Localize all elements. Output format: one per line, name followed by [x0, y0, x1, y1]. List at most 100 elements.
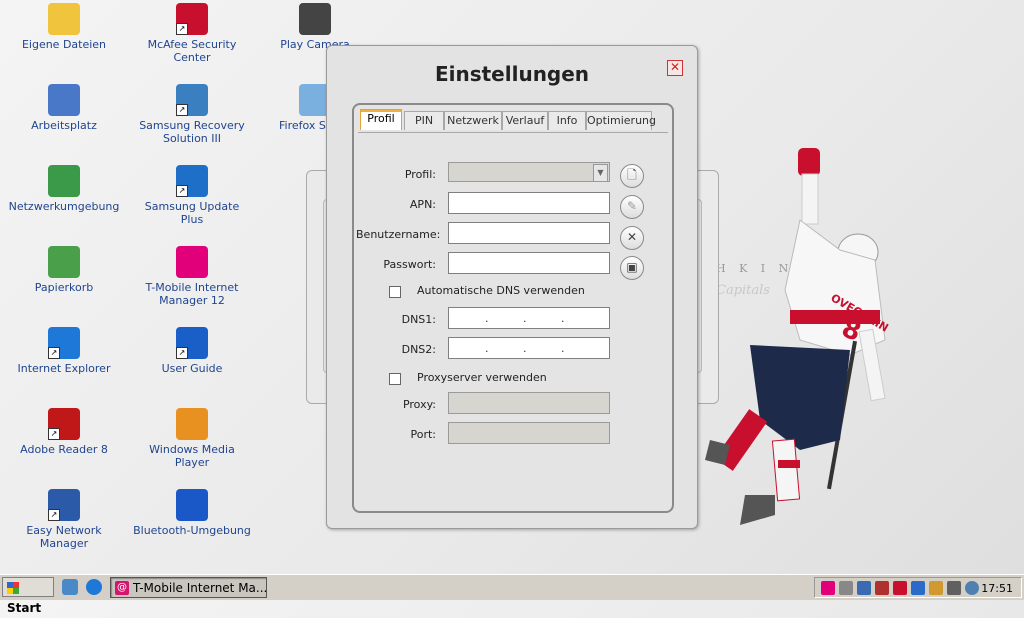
taskbar: Start @ T-Mobile Internet Ma... 17:51: [0, 574, 1024, 615]
desktop-icon-label: Easy Network Manager: [26, 524, 102, 550]
network-icon: [48, 165, 80, 197]
dns2-field[interactable]: . . .: [448, 337, 610, 359]
tmobile-icon: @: [115, 581, 129, 595]
shortcut-arrow-icon: ↗: [176, 347, 188, 359]
shortcut-arrow-icon: ↗: [176, 185, 188, 197]
tray-update-icon[interactable]: [965, 581, 979, 595]
quicklaunch-ie-icon[interactable]: [86, 579, 102, 595]
dns1-label: DNS1:: [401, 313, 436, 326]
desktop-icon-tmobile[interactable]: T-Mobile Internet Manager 12: [132, 246, 252, 307]
save-profile-button[interactable]: ▣: [620, 256, 644, 280]
desktop-icon-network[interactable]: Netzwerkumgebung: [4, 165, 124, 213]
chevron-down-icon[interactable]: ▼: [593, 164, 608, 182]
desktop-icon-camera[interactable]: Play Camera: [260, 3, 370, 51]
desktop-icon-label: Internet Explorer: [17, 362, 111, 375]
tray-battery-icon[interactable]: [929, 581, 943, 595]
settings-panel: Profil PIN Netzwerk Verlauf Info Optimierung …: [352, 103, 674, 513]
tab-optimierung[interactable]: Optimierung: [586, 111, 656, 130]
folder-icon: [48, 3, 80, 35]
desktop-icon-mcafee[interactable]: ↗ McAfee Security Center: [132, 3, 252, 64]
port-field[interactable]: [448, 422, 610, 444]
tmobile-icon: [176, 246, 208, 278]
desktop-icon-ie[interactable]: ↗ Internet Explorer: [4, 327, 124, 375]
tab-profil[interactable]: Profil: [360, 109, 402, 130]
apn-field[interactable]: [448, 192, 610, 214]
desktop-icon-adobe-reader[interactable]: ↗ Adobe Reader 8: [4, 408, 124, 456]
tab-info[interactable]: Info: [548, 111, 586, 130]
system-tray: 17:51: [814, 577, 1022, 598]
bluetooth-icon: [176, 489, 208, 521]
dialog-title: Einstellungen: [434, 62, 590, 86]
settings-dialog: Einstellungen ✕ Profil PIN Netzwerk Verlauf…: [326, 45, 698, 529]
desktop-icon-label: User Guide: [161, 362, 223, 375]
desktop-icon-computer[interactable]: Arbeitsplatz: [4, 84, 124, 132]
desktop-icon-label: Windows Media Player: [149, 443, 235, 469]
edit-profile-button[interactable]: ✎: [620, 195, 644, 219]
tray-display-icon[interactable]: [947, 581, 961, 595]
new-profile-button[interactable]: 🗋: [620, 164, 644, 188]
delete-profile-button[interactable]: ✕: [620, 226, 644, 250]
profil-label: Profil:: [404, 168, 436, 181]
adobe-reader-icon: ↗: [48, 408, 80, 440]
dns2-label: DNS2:: [401, 343, 436, 356]
computer-icon: [48, 84, 80, 116]
username-field[interactable]: [448, 222, 610, 244]
desktop-icon-label: Bluetooth-Umgebung: [133, 524, 251, 537]
shortcut-arrow-icon: ↗: [48, 428, 60, 440]
desktop-icon-label: Eigene Dateien: [21, 38, 107, 51]
tray-security-icon[interactable]: [875, 581, 889, 595]
desktop-icon-label: Papierkorb: [34, 281, 94, 294]
desktop-icon-update[interactable]: ↗ Samsung Update Plus: [132, 165, 252, 226]
desktop-icon-bluetooth[interactable]: Bluetooth-Umgebung: [132, 489, 252, 537]
desktop-icon-folder[interactable]: Eigene Dateien: [4, 3, 124, 51]
media-player-icon: [176, 408, 208, 440]
clock: 17:51: [981, 582, 1013, 595]
proxy-checkbox-label: Proxyserver verwenden: [417, 371, 547, 384]
taskbar-tmobile-button[interactable]: @ T-Mobile Internet Ma...: [110, 577, 267, 598]
start-button[interactable]: Start: [2, 577, 54, 615]
auto-dns-checkbox[interactable]: [389, 286, 401, 298]
save-icon: ▣: [626, 260, 638, 274]
recycle-bin-icon: [48, 246, 80, 278]
tab-netzwerk[interactable]: Netzwerk: [444, 111, 502, 130]
easy-network-icon: ↗: [48, 489, 80, 521]
tray-mcafee-icon[interactable]: [893, 581, 907, 595]
proxy-checkbox[interactable]: [389, 373, 401, 385]
tab-pin[interactable]: PIN: [404, 111, 444, 130]
hockey-player-graphic: OVECHKIN 8: [705, 148, 891, 525]
desktop-icon-media-player[interactable]: Windows Media Player: [132, 408, 252, 469]
shortcut-arrow-icon: ↗: [176, 23, 188, 35]
quicklaunch-desktop-icon[interactable]: [62, 579, 78, 595]
shortcut-arrow-icon: ↗: [176, 104, 188, 116]
tab-verlauf[interactable]: Verlauf: [502, 111, 548, 130]
shortcut-arrow-icon: ↗: [48, 347, 60, 359]
password-field[interactable]: [448, 252, 610, 274]
desktop-icon-user-guide[interactable]: ↗ User Guide: [132, 327, 252, 375]
desktop-icon-label: Netzwerkumgebung: [8, 200, 120, 213]
proxy-label: Proxy:: [402, 398, 436, 411]
close-button[interactable]: ✕: [667, 60, 683, 76]
desktop-icon-label: Samsung Update Plus: [144, 200, 240, 226]
tray-tmobile-icon[interactable]: [821, 581, 835, 595]
desktop-icon-recycle-bin[interactable]: Papierkorb: [4, 246, 124, 294]
tray-network-icon[interactable]: [857, 581, 871, 595]
tray-volume-icon[interactable]: [839, 581, 853, 595]
tray-bluetooth-icon[interactable]: [911, 581, 925, 595]
dns1-field[interactable]: . . .: [448, 307, 610, 329]
camera-icon: [299, 3, 331, 35]
desktop-icon-recovery[interactable]: ↗ Samsung Recovery Solution III: [132, 84, 252, 145]
mcafee-icon: ↗: [176, 3, 208, 35]
desktop-icon-label: Samsung Recovery Solution III: [139, 119, 245, 145]
desktop-icon-label: Arbeitsplatz: [31, 119, 97, 132]
windows-logo-icon: [7, 582, 19, 594]
auto-dns-label: Automatische DNS verwenden: [417, 284, 585, 297]
desktop-icon-label: Adobe Reader 8: [20, 443, 108, 456]
desktop-icon-label: T-Mobile Internet Manager 12: [145, 281, 239, 307]
desktop-icon-label: McAfee Security Center: [147, 38, 237, 64]
desktop-icon-easy-network[interactable]: ↗ Easy Network Manager: [4, 489, 124, 550]
profil-dropdown[interactable]: ▼: [448, 162, 610, 182]
proxy-field[interactable]: [448, 392, 610, 414]
port-label: Port:: [410, 428, 436, 441]
update-icon: ↗: [176, 165, 208, 197]
user-guide-icon: ↗: [176, 327, 208, 359]
